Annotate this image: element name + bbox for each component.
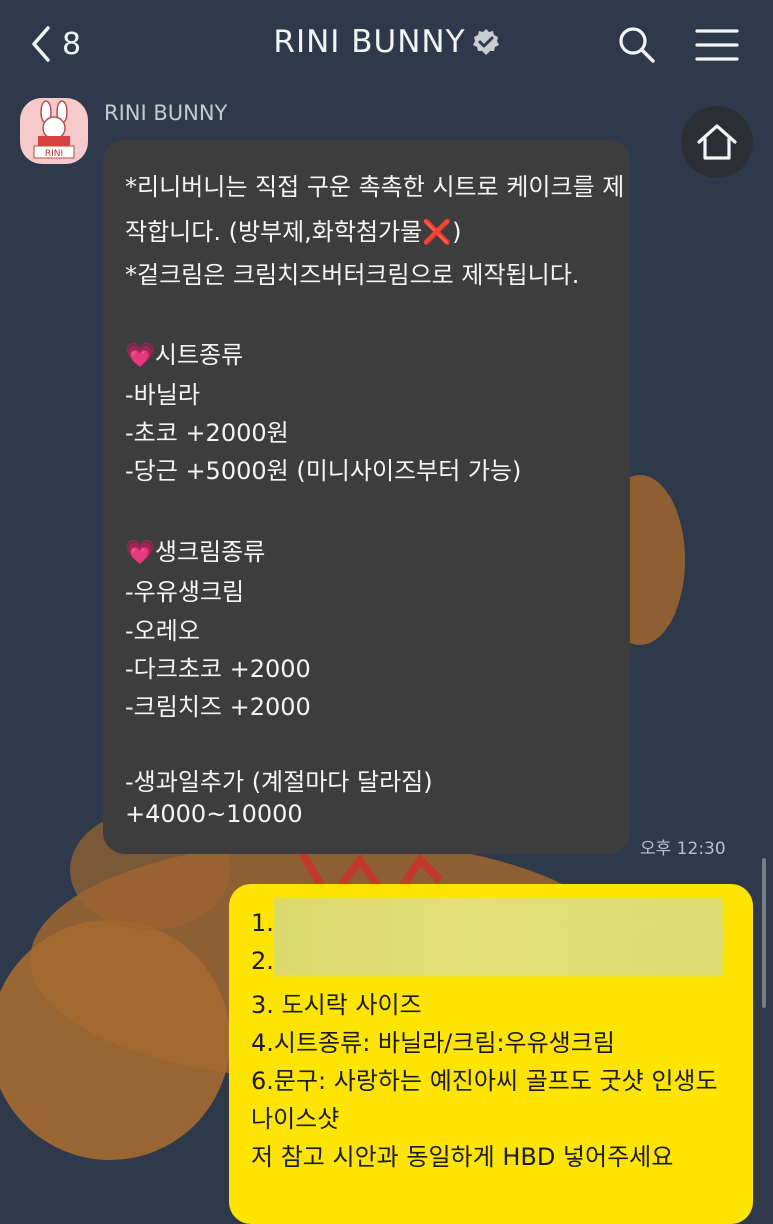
message-line: 4.시트종류: 바닐라/크림:우유생크림 [251,1029,615,1057]
sender-name: RINI BUNNY [104,101,228,125]
message-line: 2. [251,947,274,975]
chat-header: 8 RINI BUNNY [0,0,773,92]
message-line: -다크초코 +2000 [125,655,311,683]
redacted-content [274,926,723,976]
chat-title-text: RINI BUNNY [273,24,466,60]
message-line: 작합니다. (방부제,화학첨가물❌) [125,218,462,246]
message-line: *리니버니는 직접 구운 촉촉한 시트로 케이크를 제 [125,173,625,201]
message-line: 3. 도시락 사이즈 [251,991,422,1019]
message-line: 💗생크림종류 [125,538,266,566]
bunny-logo-icon: RINI [33,100,75,159]
avatar-logo-text: RINI [45,149,63,159]
verified-badge-icon [472,29,499,55]
message-line: 6.문구: 사랑하는 예진아씨 골프도 굿샷 인생도 [251,1067,718,1095]
message-line: -초코 +2000원 [125,419,289,447]
home-button[interactable] [681,106,753,178]
message-line: -우유생크림 [125,578,245,606]
incoming-message-bubble[interactable]: *리니버니는 직접 구운 촉촉한 시트로 케이크를 제 작합니다. (방부제,화… [103,140,630,854]
message-line: 1. [251,909,274,937]
message-line: *겉크림은 크림치즈버터크림으로 제작됩니다. [125,261,580,289]
hamburger-menu-icon[interactable] [694,26,740,64]
scrollbar[interactable] [762,858,766,1008]
message-line: 나이스샷 [251,1105,340,1133]
message-line: +4000~10000 [125,800,303,828]
message-line: -당근 +5000원 (미니사이즈부터 가능) [125,457,522,485]
message-line: 💗시트종류 [125,341,244,369]
message-line: -크림치즈 +2000 [125,693,311,721]
sender-avatar[interactable]: RINI [20,98,88,164]
message-line: 저 참고 시안과 동일하게 HBD 넣어주세요 [251,1143,674,1171]
search-icon[interactable] [616,24,656,64]
message-timestamp: 오후 12:30 [640,839,726,859]
message-line: -오레오 [125,617,200,645]
message-line: -생과일추가 (계절마다 달라짐) [125,768,433,796]
message-line: -바닐라 [125,381,200,409]
chat-title: RINI BUNNY [0,24,773,60]
home-icon [697,124,737,160]
